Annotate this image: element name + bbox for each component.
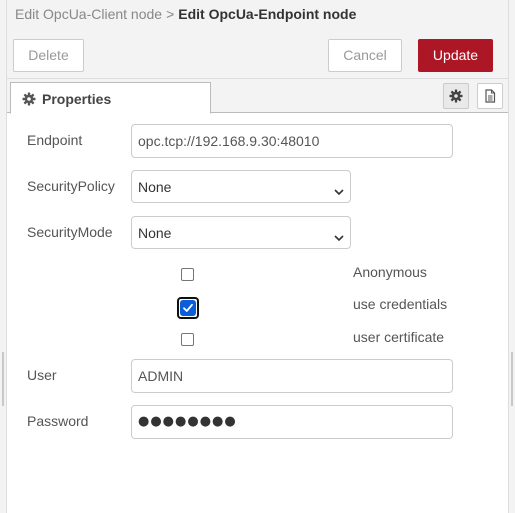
breadcrumb-separator: >: [166, 6, 175, 22]
anonymous-checkbox[interactable]: [181, 268, 194, 281]
breadcrumb-parent[interactable]: Edit OpcUa-Client node: [15, 6, 162, 22]
left-resize-grip[interactable]: [2, 352, 4, 406]
right-resize-grip[interactable]: [511, 352, 513, 406]
user-certificate-checkbox[interactable]: [181, 333, 194, 346]
tab-properties[interactable]: Properties: [10, 82, 211, 114]
password-input[interactable]: ●●●●●●●●: [131, 405, 453, 439]
security-mode-select[interactable]: None: [131, 216, 351, 249]
use-credentials-label: use credentials: [353, 296, 448, 312]
right-edge: [509, 0, 515, 513]
node-description-button[interactable]: [477, 83, 503, 109]
user-input[interactable]: ADMIN: [131, 359, 453, 393]
gear-icon: [22, 92, 36, 106]
breadcrumb-current: Edit OpcUa-Endpoint node: [178, 6, 357, 22]
breadcrumb: Edit OpcUa-Client node > Edit OpcUa-Endpoi…: [15, 6, 356, 22]
security-policy-value: None: [138, 179, 172, 195]
password-label: Password: [27, 413, 89, 429]
node-settings-button[interactable]: [443, 83, 469, 109]
security-policy-select[interactable]: None: [131, 170, 351, 203]
anonymous-label: Anonymous: [353, 264, 427, 280]
tab-bar: Properties: [7, 79, 508, 114]
update-button[interactable]: Update: [418, 39, 493, 72]
tray-header: Edit OpcUa-Client node > Edit OpcUa-Endpoi…: [7, 0, 508, 79]
user-certificate-label: user certificate: [353, 329, 445, 345]
cancel-button[interactable]: Cancel: [328, 39, 402, 72]
tab-properties-label: Properties: [42, 91, 112, 107]
security-policy-label: SecurityPolicy: [27, 178, 115, 194]
delete-button[interactable]: Delete: [13, 39, 84, 72]
security-mode-value: None: [138, 225, 172, 241]
security-mode-label: SecurityMode: [27, 224, 113, 240]
chevron-down-icon: [334, 229, 344, 245]
user-label: User: [27, 367, 57, 383]
use-credentials-checkbox[interactable]: [180, 300, 196, 316]
chevron-down-icon: [334, 183, 344, 199]
endpoint-label: Endpoint: [27, 132, 83, 148]
endpoint-input[interactable]: opc.tcp://192.168.9.30:48010: [131, 124, 453, 158]
